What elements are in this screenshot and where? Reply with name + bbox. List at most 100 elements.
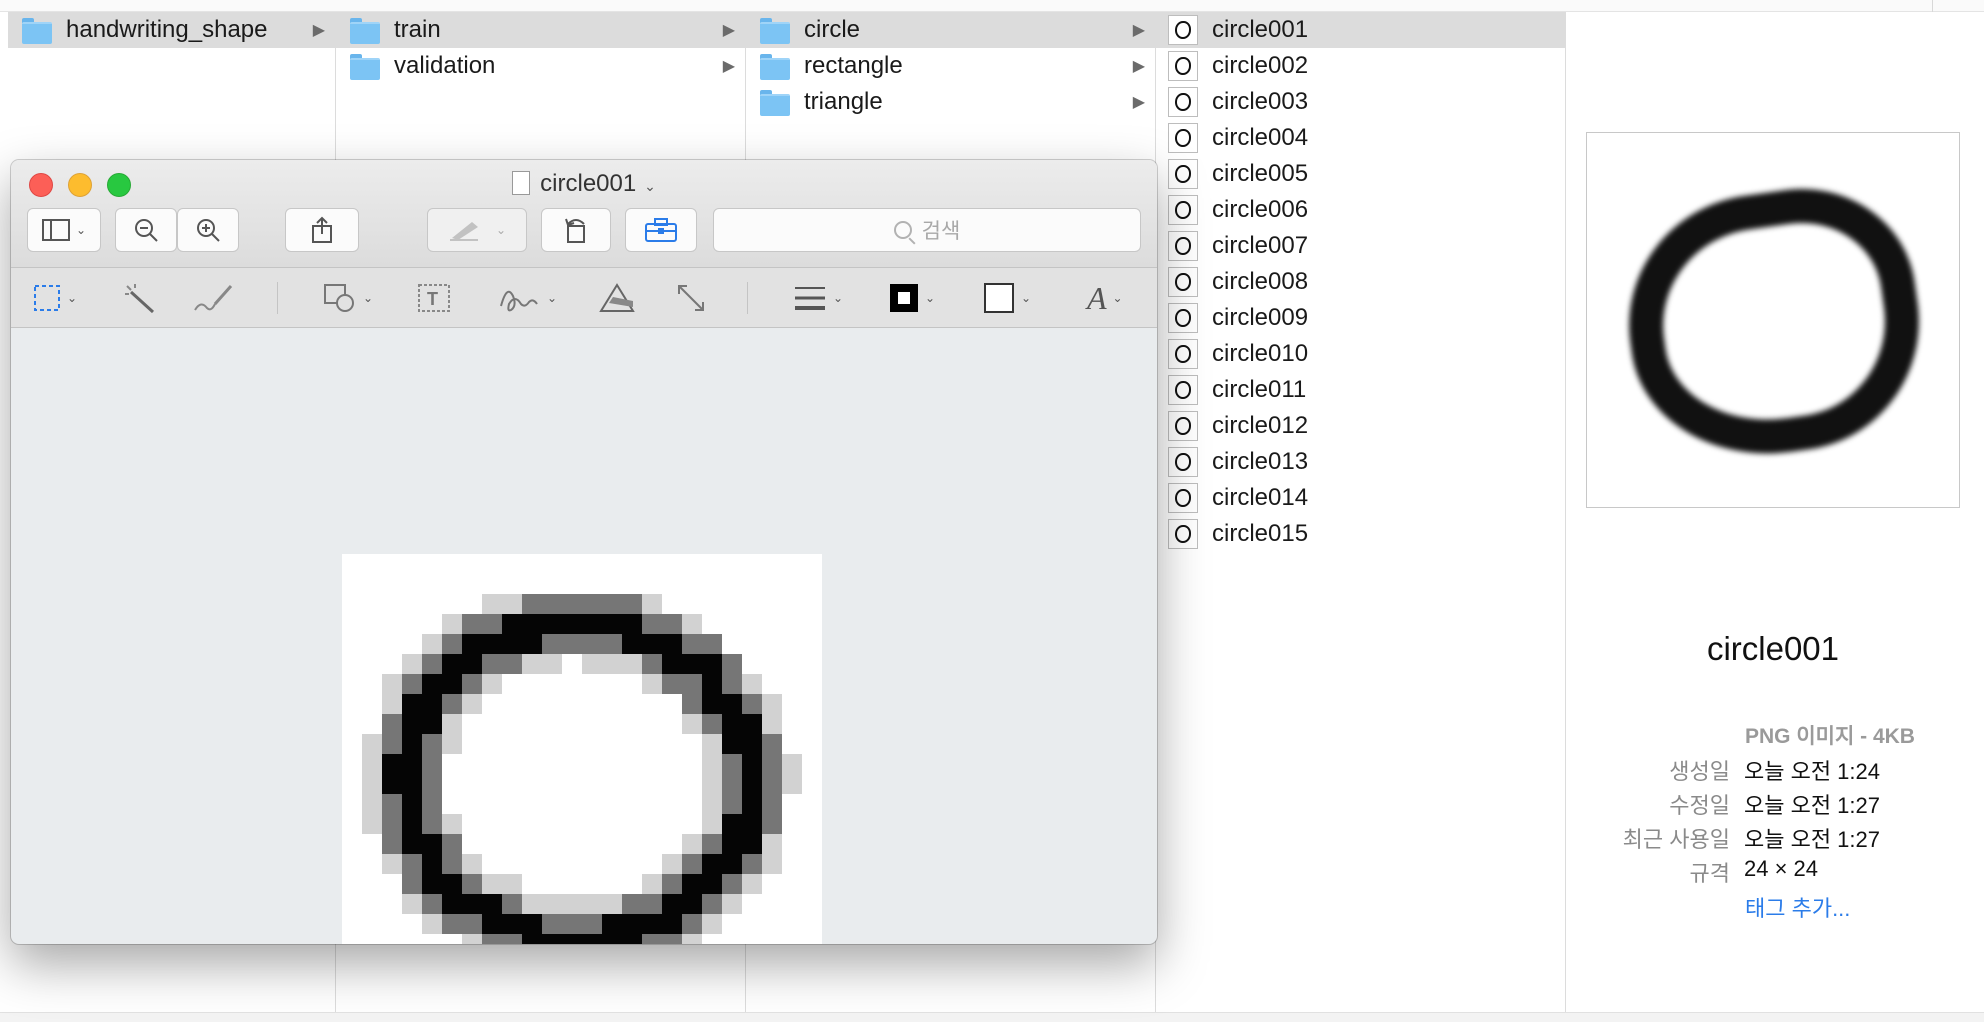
- sidebar-view-button[interactable]: ⌄: [27, 208, 101, 252]
- folder-row-train[interactable]: train ▶: [336, 12, 745, 48]
- folder-row-handwriting-shape[interactable]: handwriting_shape ▶: [8, 12, 335, 48]
- file-label: circle005: [1212, 160, 1309, 187]
- image-pixel: [762, 714, 782, 734]
- file-row[interactable]: circle009: [1156, 300, 1565, 336]
- file-row[interactable]: circle012: [1156, 408, 1565, 444]
- zoom-in-button[interactable]: [177, 208, 239, 252]
- image-pixel: [422, 794, 442, 814]
- image-pixel: [402, 794, 422, 814]
- image-canvas[interactable]: [342, 554, 822, 944]
- file-row[interactable]: circle008: [1156, 264, 1565, 300]
- image-pixel: [542, 594, 562, 614]
- file-row[interactable]: circle002: [1156, 48, 1565, 84]
- image-pixel: [502, 894, 522, 914]
- file-label: circle002: [1212, 52, 1309, 79]
- image-pixel: [742, 734, 762, 754]
- image-pixel: [682, 634, 702, 654]
- file-label: circle015: [1212, 520, 1309, 547]
- shapes-tool[interactable]: ⌄: [323, 282, 373, 314]
- zoom-out-button[interactable]: [115, 208, 177, 252]
- image-pixel: [362, 774, 382, 794]
- image-pixel: [582, 594, 602, 614]
- file-row[interactable]: circle004: [1156, 120, 1565, 156]
- text-tool[interactable]: T: [417, 282, 451, 314]
- toolbox-button[interactable]: [625, 208, 697, 252]
- folder-icon: [760, 18, 790, 44]
- image-pixel: [702, 634, 722, 654]
- file-row[interactable]: circle013: [1156, 444, 1565, 480]
- folder-row-validation[interactable]: validation ▶: [336, 48, 745, 84]
- finder-column-files: circle001 circle002 circle003 circle004 …: [1156, 12, 1566, 1012]
- toolbar-divider: [747, 282, 748, 314]
- image-pixel: [402, 734, 422, 754]
- folder-row-rectangle[interactable]: rectangle ▶: [746, 48, 1155, 84]
- rotate-button[interactable]: [541, 208, 611, 252]
- adjust-color-tool[interactable]: [599, 282, 639, 314]
- file-row[interactable]: circle005: [1156, 156, 1565, 192]
- image-thumbnail-icon: [1168, 15, 1198, 45]
- window-title[interactable]: circle001 ⌄: [11, 170, 1157, 198]
- text-style-tool[interactable]: A ⌄: [1087, 280, 1123, 316]
- image-pixel: [442, 654, 462, 674]
- fill-color-tool[interactable]: ⌄: [983, 282, 1031, 314]
- window-title-text: circle001: [540, 170, 637, 197]
- share-button[interactable]: [285, 208, 359, 252]
- zoom-out-icon: [135, 219, 158, 242]
- search-field[interactable]: 검색: [713, 208, 1141, 252]
- file-row[interactable]: circle015: [1156, 516, 1565, 552]
- folder-row-triangle[interactable]: triangle ▶: [746, 84, 1155, 120]
- divider: [1932, 0, 1933, 12]
- image-pixel: [702, 654, 722, 674]
- disclosure-arrow-icon: ▶: [722, 22, 735, 39]
- image-pixel: [382, 794, 402, 814]
- image-pixel: [462, 634, 482, 654]
- image-pixel: [762, 814, 782, 834]
- image-pixel: [382, 714, 402, 734]
- file-row[interactable]: circle007: [1156, 228, 1565, 264]
- image-pixel: [762, 754, 782, 774]
- folder-row-circle[interactable]: circle ▶: [746, 12, 1155, 48]
- image-pixel: [402, 714, 422, 734]
- folder-label: rectangle: [804, 52, 903, 79]
- image-pixel: [762, 854, 782, 874]
- file-row[interactable]: circle010: [1156, 336, 1565, 372]
- chevron-down-icon: ⌄: [495, 223, 507, 237]
- image-pixel: [602, 914, 622, 934]
- file-row[interactable]: circle001: [1156, 12, 1565, 48]
- share-icon: [312, 216, 332, 243]
- file-row[interactable]: circle003: [1156, 84, 1565, 120]
- image-pixel: [462, 674, 482, 694]
- image-pixel: [642, 874, 662, 894]
- image-pixel: [702, 794, 722, 814]
- signature-tool[interactable]: ⌄: [497, 282, 557, 314]
- image-pixel: [762, 694, 782, 714]
- image-pixel: [742, 814, 762, 834]
- image-pixel: [502, 654, 522, 674]
- selection-tool[interactable]: ⌄: [33, 282, 77, 314]
- border-color-tool[interactable]: ⌄: [889, 282, 935, 314]
- image-pixel: [382, 754, 402, 774]
- rectangular-selection-icon: [34, 285, 60, 311]
- image-thumbnail-icon: [1168, 375, 1198, 405]
- image-thumbnail-icon: [1168, 303, 1198, 333]
- file-row[interactable]: circle014: [1156, 480, 1565, 516]
- adjust-size-tool[interactable]: [675, 282, 707, 314]
- image-pixel: [702, 734, 722, 754]
- image-pixel: [502, 594, 522, 614]
- image-pixel: [762, 734, 782, 754]
- image-pixel: [362, 814, 382, 834]
- image-pixel: [602, 934, 622, 944]
- image-pixel: [502, 634, 522, 654]
- markup-toggle-button[interactable]: ⌄: [427, 208, 527, 252]
- image-pixel: [362, 734, 382, 754]
- image-pixel: [762, 774, 782, 794]
- shape-style-tool[interactable]: ⌄: [793, 282, 843, 314]
- image-pixel: [722, 654, 742, 674]
- file-row[interactable]: circle006: [1156, 192, 1565, 228]
- instant-alpha-tool[interactable]: [123, 282, 157, 314]
- file-row[interactable]: circle011: [1156, 372, 1565, 408]
- add-tags-link[interactable]: 태그 추가...: [1745, 891, 1850, 923]
- sketch-tool[interactable]: [193, 282, 235, 314]
- signature-icon: [500, 290, 538, 312]
- file-label: circle001: [1212, 16, 1309, 43]
